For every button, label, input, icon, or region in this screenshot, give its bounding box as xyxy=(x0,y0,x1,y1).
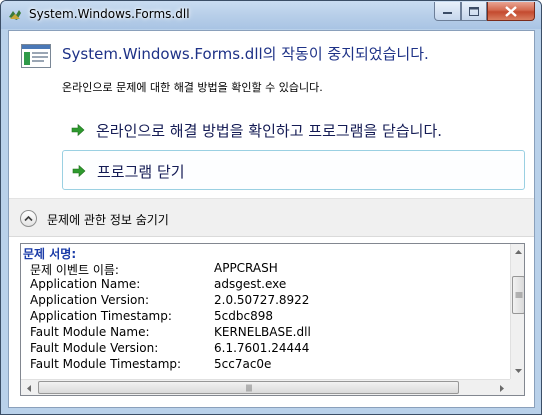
close-program-command[interactable]: 프로그램 닫기 xyxy=(62,150,525,190)
error-title: System.Windows.Forms.dll의 작동이 중지되었습니다. xyxy=(62,45,429,63)
grip-icon xyxy=(246,384,251,391)
maximize-icon xyxy=(469,6,479,16)
detail-value: 5cdbc898 xyxy=(214,309,273,323)
detail-value: adsgest.exe xyxy=(214,277,287,291)
arrow-left-icon xyxy=(26,384,31,392)
maximize-button[interactable] xyxy=(461,2,487,21)
grip-icon xyxy=(515,292,522,298)
detail-row: Application Timestamp: 5cdbc898 xyxy=(21,309,511,325)
detail-key: Fault Module Timestamp: xyxy=(30,357,182,371)
green-arrow-icon xyxy=(71,163,87,179)
close-icon xyxy=(505,5,517,17)
vertical-scrollbar[interactable] xyxy=(510,244,524,379)
arrow-down-icon xyxy=(515,369,522,373)
scroll-left-button[interactable] xyxy=(21,380,36,395)
detail-row: Application Name: adsgest.exe xyxy=(21,277,511,293)
error-dialog-window: System.Windows.Forms.dll System.Windows.… xyxy=(0,0,542,415)
details-toggle-button[interactable] xyxy=(20,210,37,227)
dialog-content: System.Windows.Forms.dll의 작동이 중지되었습니다. 온… xyxy=(8,30,535,408)
detail-value: 2.0.50727.8922 xyxy=(214,293,310,307)
minimize-button[interactable] xyxy=(434,2,461,21)
check-online-solution-command[interactable]: 온라인으로 해결 방법을 확인하고 프로그램을 닫습니다. xyxy=(62,110,525,150)
scroll-down-button[interactable] xyxy=(511,363,524,379)
problem-details-content: 문제 서명: 문제 이벤트 이름: APPCRASH Application N… xyxy=(21,244,511,379)
scrollbar-corner xyxy=(510,379,524,395)
scroll-up-button[interactable] xyxy=(511,244,524,260)
title-bar[interactable]: System.Windows.Forms.dll xyxy=(1,1,541,29)
vertical-scroll-thumb[interactable] xyxy=(512,276,524,314)
detail-value: KERNELBASE.dll xyxy=(214,325,311,339)
detail-row: Fault Module Name: KERNELBASE.dll xyxy=(21,325,511,341)
detail-key: Fault Module Name: xyxy=(30,325,150,339)
detail-key: Application Version: xyxy=(30,293,150,307)
chevron-up-icon xyxy=(24,215,33,222)
detail-row: Fault Module Version: 6.1.7601.24444 xyxy=(21,341,511,357)
error-subtitle: 온라인으로 문제에 대한 해결 방법을 확인할 수 있습니다. xyxy=(62,81,323,94)
arrow-right-icon xyxy=(499,384,504,392)
minimize-icon xyxy=(443,12,452,14)
horizontal-scrollbar[interactable] xyxy=(21,379,510,395)
window-title: System.Windows.Forms.dll xyxy=(29,7,190,21)
details-toggle-label[interactable]: 문제에 관한 정보 숨기기 xyxy=(47,211,169,228)
detail-key: 문제 이벤트 이름: xyxy=(30,263,119,277)
green-arrow-icon xyxy=(70,122,86,138)
horizontal-scroll-thumb[interactable] xyxy=(38,381,459,394)
program-window-icon xyxy=(21,44,51,68)
arrow-up-icon xyxy=(515,250,522,254)
detail-key: Fault Module Version: xyxy=(30,341,159,355)
check-online-solution-label: 온라인으로 해결 방법을 확인하고 프로그램을 닫습니다. xyxy=(96,122,443,140)
problem-signature-heading: 문제 서명: xyxy=(23,247,77,261)
app-icon xyxy=(9,10,21,20)
detail-row: 문제 이벤트 이름: APPCRASH xyxy=(21,261,511,277)
detail-value: 5cc7ac0e xyxy=(214,357,272,371)
detail-key: Application Timestamp: xyxy=(30,309,172,323)
details-toggle-bar: 문제에 관한 정보 숨기기 xyxy=(9,199,534,237)
detail-value: APPCRASH xyxy=(214,261,278,275)
scroll-right-button[interactable] xyxy=(494,380,509,395)
detail-row: Application Version: 2.0.50727.8922 xyxy=(21,293,511,309)
close-button[interactable] xyxy=(487,2,535,21)
detail-key: Application Name: xyxy=(30,277,141,291)
close-program-label: 프로그램 닫기 xyxy=(97,163,185,181)
detail-value: 6.1.7601.24444 xyxy=(214,341,310,355)
detail-row: Fault Module Timestamp: 5cc7ac0e xyxy=(21,357,511,373)
problem-details-textbox[interactable]: 문제 서명: 문제 이벤트 이름: APPCRASH Application N… xyxy=(20,243,525,396)
